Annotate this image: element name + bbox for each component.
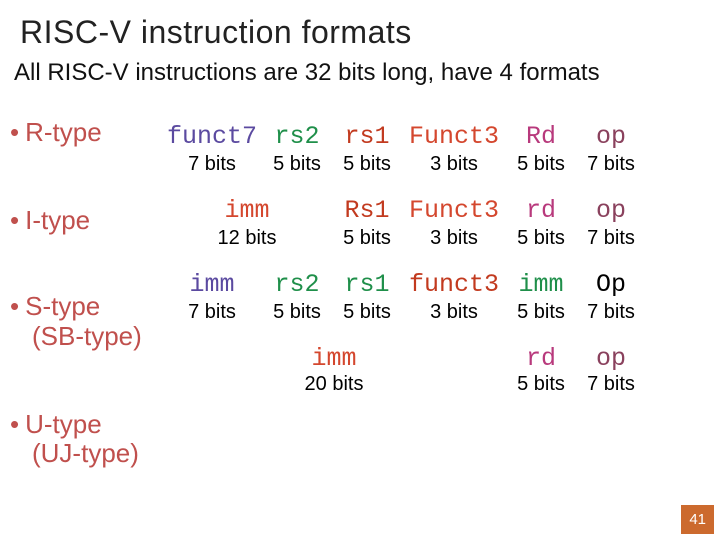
slide: RISC-V instruction formats All RISC-V in… xyxy=(0,0,720,540)
field-rs1: rs1 xyxy=(332,122,402,151)
bullet-label: I-type xyxy=(25,205,90,235)
bits-rs2: 5 bits xyxy=(262,301,332,324)
rtype-fields-row: funct7 rs2 rs1 Funct3 Rd op xyxy=(162,122,702,151)
field-rd: rd xyxy=(506,344,576,373)
bits-rd: 5 bits xyxy=(506,153,576,176)
stype-fields-row: imm rs2 rs1 funct3 imm Op xyxy=(162,270,702,299)
bullet-label: R-type xyxy=(25,117,102,147)
bullet-sublabel: (SB-type) xyxy=(32,322,142,352)
slide-subtitle: All RISC-V instructions are 32 bits long… xyxy=(14,59,706,87)
field-rs2: rs2 xyxy=(262,270,332,299)
field-op: op xyxy=(576,122,646,151)
bits-op: 7 bits xyxy=(576,301,646,324)
field-rs1: Rs1 xyxy=(332,196,402,225)
stype-bits-row: 7 bits 5 bits 5 bits 3 bits 5 bits 7 bit… xyxy=(162,301,702,324)
field-op: op xyxy=(576,344,646,373)
bits-op: 7 bits xyxy=(576,373,646,396)
field-imm: imm xyxy=(162,344,506,373)
bits-imm: 12 bits xyxy=(162,227,332,250)
bullet-u-type: •U-type(UJ-type) xyxy=(10,410,142,470)
slide-title: RISC-V instruction formats xyxy=(20,14,706,51)
bits-rs1: 5 bits xyxy=(332,227,402,250)
field-rd: Rd xyxy=(506,122,576,151)
bits-imm7: 7 bits xyxy=(162,301,262,324)
bits-op: 7 bits xyxy=(576,153,646,176)
bullet-s-type: •S-type(SB-type) xyxy=(10,292,142,352)
bits-funct3: 3 bits xyxy=(402,227,506,250)
bullet-label: S-type xyxy=(25,291,100,321)
page-number-badge: 41 xyxy=(681,505,714,534)
bullet-label: U-type xyxy=(25,409,102,439)
field-funct3: Funct3 xyxy=(402,122,506,151)
bits-imm5: 5 bits xyxy=(506,301,576,324)
field-rs2: rs2 xyxy=(262,122,332,151)
field-imm5: imm xyxy=(506,270,576,299)
bullet-i-type: •I-type xyxy=(10,206,142,236)
utype-bits-row: 20 bits 5 bits 7 bits xyxy=(162,373,702,396)
field-funct3: funct3 xyxy=(402,270,506,299)
field-funct3: Funct3 xyxy=(402,196,506,225)
bullet-sublabel: (UJ-type) xyxy=(32,439,142,469)
bullet-r-type: •R-type xyxy=(10,118,142,148)
field-imm7: imm xyxy=(162,270,262,299)
itype-bits-row: 12 bits 5 bits 3 bits 5 bits 7 bits xyxy=(162,227,702,250)
bits-funct3: 3 bits xyxy=(402,301,506,324)
field-rs1: rs1 xyxy=(332,270,402,299)
field-rd: rd xyxy=(506,196,576,225)
bits-rd: 5 bits xyxy=(506,227,576,250)
field-op: op xyxy=(576,196,646,225)
field-imm: imm xyxy=(162,196,332,225)
itype-fields-row: imm Rs1 Funct3 rd op xyxy=(162,196,702,225)
bits-rs1: 5 bits xyxy=(332,153,402,176)
bits-rd: 5 bits xyxy=(506,373,576,396)
format-tables: funct7 rs2 rs1 Funct3 Rd op 7 bits 5 bit… xyxy=(162,122,702,396)
bits-imm: 20 bits xyxy=(162,373,506,396)
field-funct7: funct7 xyxy=(162,122,262,151)
bits-funct3: 3 bits xyxy=(402,153,506,176)
rtype-bits-row: 7 bits 5 bits 5 bits 3 bits 5 bits 7 bit… xyxy=(162,153,702,176)
bits-rs2: 5 bits xyxy=(262,153,332,176)
field-op: Op xyxy=(576,270,646,299)
bits-op: 7 bits xyxy=(576,227,646,250)
utype-fields-row: imm rd op xyxy=(162,344,702,373)
bullet-list: •R-type •I-type •S-type(SB-type) •U-type… xyxy=(10,118,142,527)
bits-rs1: 5 bits xyxy=(332,301,402,324)
bits-funct7: 7 bits xyxy=(162,153,262,176)
